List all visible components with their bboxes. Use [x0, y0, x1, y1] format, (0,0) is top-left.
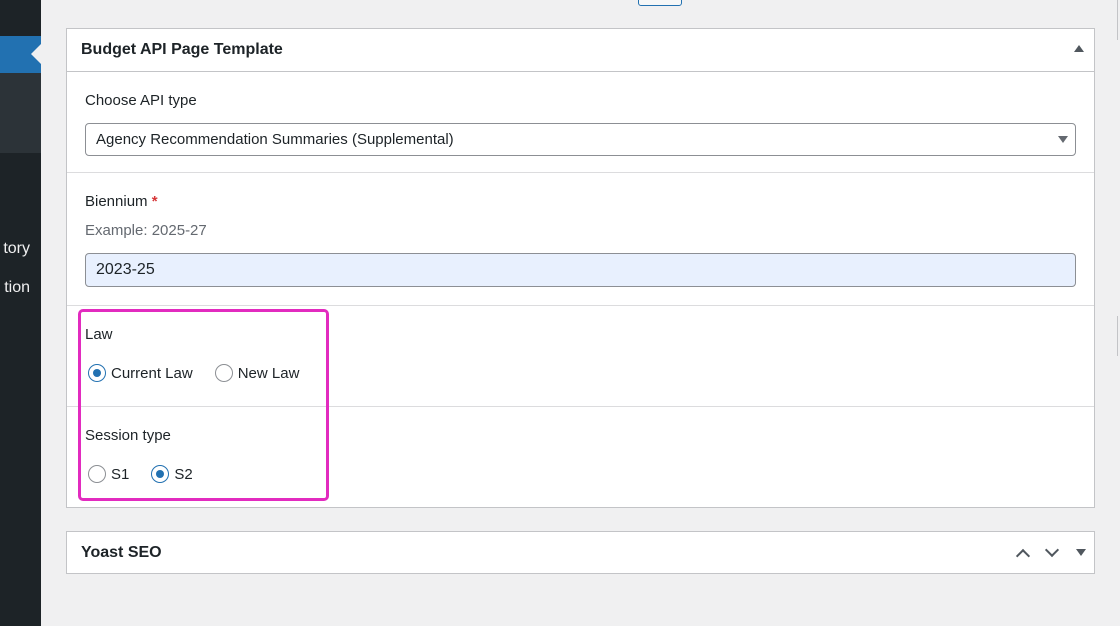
top-partial-button[interactable] — [638, 0, 682, 6]
radio-new-law[interactable]: New Law — [214, 364, 300, 382]
biennium-hint: Example: 2025-27 — [85, 222, 207, 239]
required-marker: * — [151, 193, 158, 210]
right-edge — [1115, 0, 1120, 626]
law-radio-group: Current Law New Law — [88, 364, 321, 382]
move-down-icon[interactable] — [1045, 547, 1057, 559]
admin-sidebar: tory tion — [0, 0, 41, 626]
radio-s1[interactable]: S1 — [88, 465, 129, 483]
sidebar-item-tion[interactable]: tion — [4, 279, 30, 297]
metabox-title: Budget API Page Template — [81, 41, 283, 58]
radio-button-checked[interactable] — [88, 364, 106, 382]
session-type-field: Session type S1 S2 — [67, 407, 1094, 507]
budget-api-metabox: Budget API Page Template Choose API type… — [66, 28, 1095, 508]
move-up-icon[interactable] — [1016, 547, 1028, 559]
radio-s2[interactable]: S2 — [151, 465, 193, 483]
radio-label: S2 — [174, 465, 193, 483]
metabox-controls — [1016, 532, 1086, 573]
api-type-selected-value: Agency Recommendation Summaries (Supplem… — [96, 131, 454, 148]
yoast-title: Yoast SEO — [81, 543, 162, 561]
metabox-header[interactable]: Budget API Page Template — [67, 29, 1094, 72]
law-label: Law — [85, 326, 113, 343]
session-radio-group: S1 S2 — [88, 465, 215, 483]
sidebar-item-tory[interactable]: tory — [3, 240, 30, 258]
biennium-input[interactable]: 2023-25 — [85, 253, 1076, 287]
expand-toggle-icon[interactable] — [1076, 549, 1086, 556]
sidebar-submenu — [0, 73, 41, 153]
sidebar-active-arrow — [31, 44, 41, 64]
session-type-label: Session type — [85, 427, 171, 444]
law-field: Law Current Law New Law — [67, 306, 1094, 407]
radio-label: Current Law — [111, 364, 193, 382]
api-type-select[interactable]: Agency Recommendation Summaries (Supplem… — [85, 123, 1076, 156]
biennium-label: Biennium * — [85, 193, 158, 210]
api-type-field: Choose API type Agency Recommendation Su… — [67, 72, 1094, 173]
radio-button[interactable] — [214, 364, 233, 382]
biennium-field: Biennium * Example: 2025-27 2023-25 — [67, 173, 1094, 306]
radio-button[interactable] — [88, 465, 106, 483]
api-type-label: Choose API type — [85, 92, 197, 109]
radio-label: S1 — [111, 465, 130, 483]
chevron-down-icon — [1058, 136, 1068, 143]
radio-label: New Law — [237, 364, 300, 382]
collapse-toggle-icon[interactable] — [1074, 45, 1084, 52]
radio-button-checked[interactable] — [151, 465, 170, 483]
radio-current-law[interactable]: Current Law — [88, 364, 193, 382]
yoast-seo-metabox[interactable]: Yoast SEO — [66, 531, 1095, 574]
